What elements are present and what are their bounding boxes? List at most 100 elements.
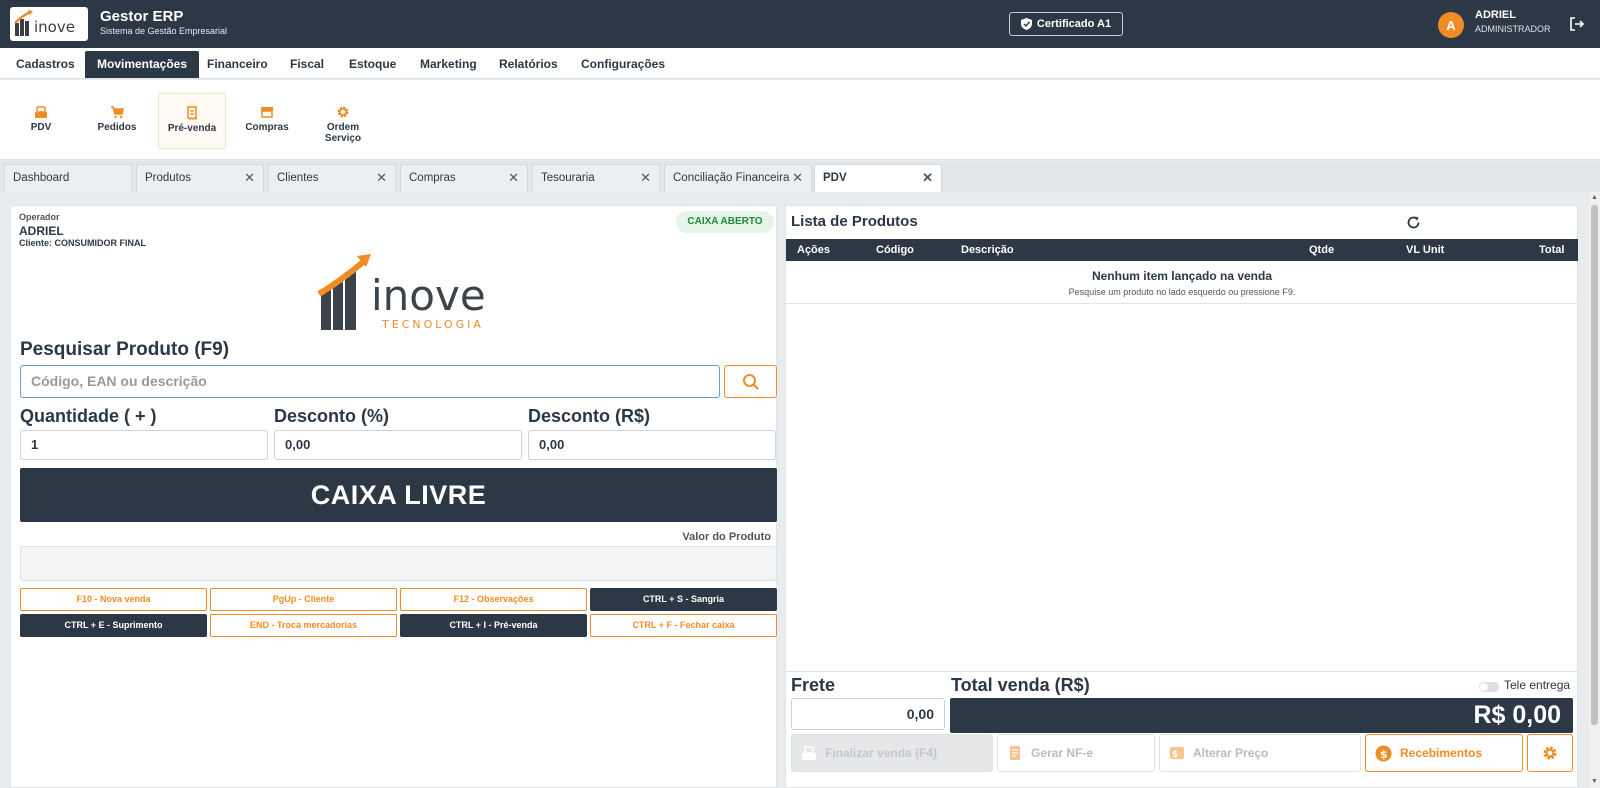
ribbon-ordem-servico[interactable]: Ordem Serviço [309,93,377,149]
logout-icon[interactable] [1568,15,1586,33]
finalizar-venda-button[interactable]: Finalizar venda (F4) [791,734,993,772]
tab-pdv[interactable]: PDV ✕ [814,164,942,192]
menu-fiscal[interactable]: Fiscal [278,51,336,78]
document-icon [1010,746,1020,760]
shortcut-cliente[interactable]: PgUp - Cliente [210,588,397,611]
search-icon [742,373,759,390]
close-icon[interactable]: ✕ [640,165,651,191]
user-name: ADRIEL [1475,9,1516,21]
tab-bar: Dashboard Produtos ✕ Clientes ✕ Compras … [0,161,1600,192]
alterar-preco-button[interactable]: $ Alterar Preço [1159,734,1361,772]
shortcut-nova-venda[interactable]: F10 - Nova venda [20,588,207,611]
tab-conciliacao-financeira[interactable]: Conciliação Financeira ✕ [664,164,812,192]
product-value-label: Valor do Produto [682,531,771,543]
app-title: Gestor ERP [100,8,184,25]
ribbon-pre-venda-label: Pré-venda [167,123,217,134]
refresh-icon[interactable] [1406,215,1421,230]
frete-input[interactable]: 0,00 [791,698,945,730]
inove-logo: inove TECNOLOGIA [317,254,486,331]
alterar-preco-label: Alterar Preço [1193,746,1269,760]
gear-icon [1543,746,1557,760]
settings-button[interactable] [1527,734,1573,772]
menu-financeiro[interactable]: Financeiro [195,51,280,78]
quantity-input[interactable]: 1 [20,430,268,460]
tab-clientes-label: Clientes [277,172,319,184]
top-bar: inove Gestor ERP Sistema de Gestão Empre… [0,0,1600,48]
recebimentos-button[interactable]: $ Recebimentos [1365,734,1523,772]
cash-register-icon [802,746,816,760]
close-icon[interactable]: ✕ [922,165,933,191]
col-acoes: Ações [797,244,831,256]
shortcut-suprimento[interactable]: CTRL + E - Suprimento [20,614,207,637]
search-title: Pesquisar Produto (F9) [20,339,230,360]
avatar[interactable]: A [1438,12,1464,38]
quantity-label: Quantidade ( + ) [20,406,157,426]
discount-pct-label: Desconto (%) [274,406,390,426]
finalizar-venda-label: Finalizar venda (F4) [825,746,938,760]
shortcut-sangria[interactable]: CTRL + S - Sangria [590,588,777,611]
svg-text:$: $ [1172,750,1178,760]
product-search-input[interactable]: Código, EAN ou descrição [20,365,720,398]
scroll-down-icon[interactable]: ▼ [1590,778,1599,786]
shortcut-troca-mercadorias[interactable]: END - Troca mercadorias [210,614,397,637]
receipt-icon [187,106,197,120]
tab-compras[interactable]: Compras ✕ [400,164,528,192]
shortcut-pre-venda[interactable]: CTRL + I - Pré-venda [400,614,587,637]
client-name: Cliente: CONSUMIDOR FINAL [19,238,146,248]
empty-list-title: Nenhum item lançado na venda [1091,269,1273,283]
ribbon-ordem-servico-label: Ordem Serviço [324,122,362,144]
svg-text:TECNOLOGIA: TECNOLOGIA [381,318,484,331]
tab-dashboard[interactable]: Dashboard [4,164,132,192]
menu-movimentacoes[interactable]: Movimentações [85,51,200,78]
empty-list-hint: Pesquise um produto no lado esquerdo ou … [1068,287,1296,297]
tab-tesouraria[interactable]: Tesouraria ✕ [532,164,660,192]
ribbon-compras[interactable]: Compras [233,93,301,149]
store-icon [261,107,273,118]
menu-relatorios[interactable]: Relatórios [487,51,570,78]
gerar-nfe-button[interactable]: Gerar NF-e [997,734,1155,772]
tab-produtos[interactable]: Produtos ✕ [136,164,264,192]
close-icon[interactable]: ✕ [376,165,387,191]
tab-conciliacao-label: Conciliação Financeira [673,172,790,184]
total-venda-value: R$ 0,00 [950,698,1573,733]
menu-cadastros[interactable]: Cadastros [4,51,87,78]
col-descricao: Descrição [961,244,1014,256]
cashier-status-banner: CAIXA LIVRE [20,468,777,522]
operator-name: ADRIEL [19,224,64,238]
tab-pdv-label: PDV [823,172,847,184]
col-qtde: Qtde [1309,244,1335,256]
scrollbar-thumb[interactable] [1591,205,1598,725]
svg-text:$: $ [1380,748,1388,761]
search-button[interactable] [724,365,777,398]
discount-value-input[interactable]: 0,00 [528,430,776,460]
close-icon[interactable]: ✕ [792,165,803,191]
ribbon-pre-venda[interactable]: Pré-venda [158,93,226,149]
svg-text:inove: inove [34,18,75,36]
tele-entrega-toggle[interactable] [1479,682,1499,692]
menu-configuracoes[interactable]: Configurações [569,51,677,78]
discount-pct-input[interactable]: 0,00 [274,430,522,460]
tele-entrega-label: Tele entrega [1504,678,1571,692]
company-logo[interactable]: inove [10,7,88,41]
menu-marketing[interactable]: Marketing [408,51,489,78]
col-vl-unit: VL Unit [1406,244,1445,256]
tab-clientes[interactable]: Clientes ✕ [268,164,396,192]
divider [786,671,1578,672]
scroll-up-icon[interactable]: ▲ [1590,194,1599,202]
certificate-label: Certificado A1 [1036,18,1112,30]
recebimentos-label: Recebimentos [1400,746,1483,760]
ribbon-compras-label: Compras [245,122,289,133]
shortcut-observacoes[interactable]: F12 - Observações [400,588,587,611]
dollar-coin-icon: $ [1375,745,1392,761]
menu-estoque[interactable]: Estoque [337,51,408,78]
price-tag-icon: $ [1170,747,1184,760]
product-value-display [20,546,777,581]
discount-value-label: Desconto (R$) [528,406,651,426]
shortcut-fechar-caixa[interactable]: CTRL + F - Fechar caixa [590,614,777,637]
certificate-button[interactable]: Certificado A1 [1009,12,1123,36]
ribbon-pdv[interactable]: PDV [7,93,75,149]
close-icon[interactable]: ✕ [508,165,519,191]
close-icon[interactable]: ✕ [244,165,255,191]
svg-text:inove: inove [371,271,486,320]
ribbon-pedidos[interactable]: Pedidos [83,93,151,149]
